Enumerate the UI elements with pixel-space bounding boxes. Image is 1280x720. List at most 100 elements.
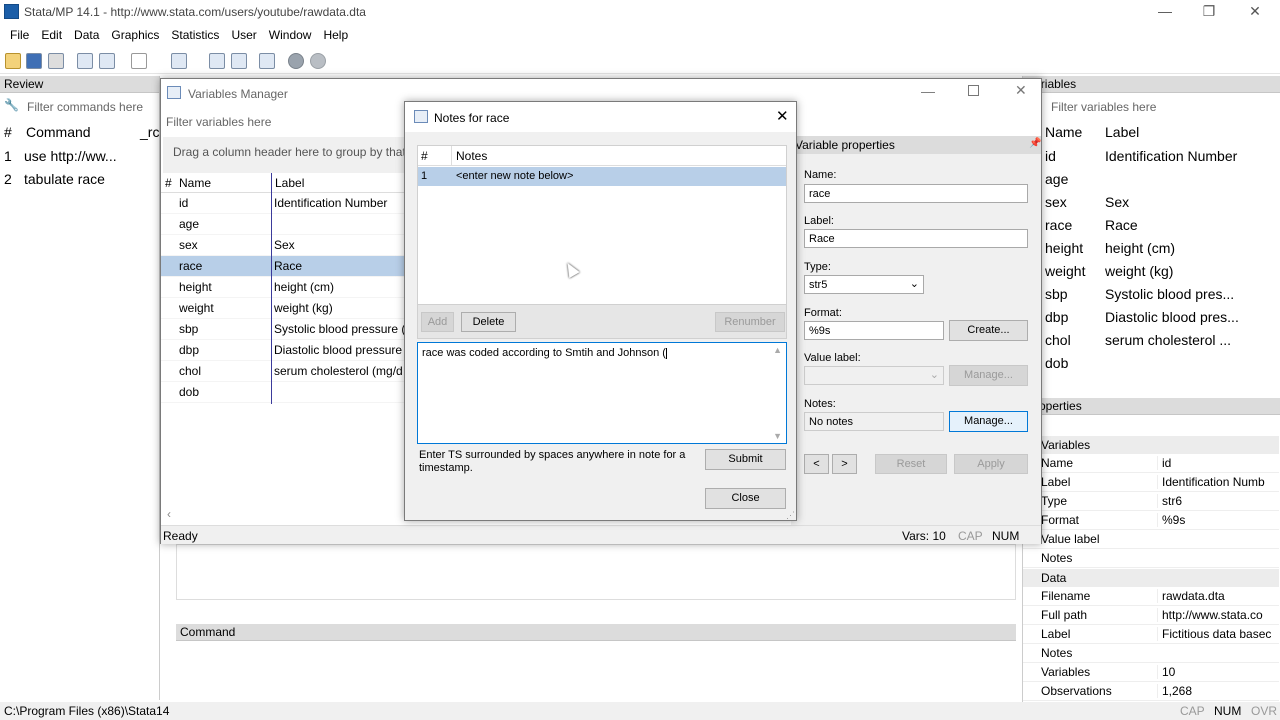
property-row[interactable]: Notes [1023,549,1279,568]
notes-editor[interactable]: race was coded according to Smtih and Jo… [417,342,787,444]
property-row[interactable]: Label Identification Numb [1023,473,1279,492]
scroll-up-icon[interactable]: ▲ [773,345,782,355]
pin-icon[interactable]: 📌 [1029,138,1041,149]
scroll-down-icon[interactable]: ▼ [773,431,782,441]
table-row[interactable]: chol serum cholesterol (mg/d [161,361,405,382]
more-icon[interactable] [288,53,304,69]
vm-hscroll-left-icon[interactable]: ‹ [167,507,171,521]
list-item[interactable]: age [1045,169,1277,192]
review-row-command[interactable]: use http://ww... [24,148,117,164]
vm-filter-input[interactable]: Filter variables here [166,115,341,129]
menu-graphics[interactable]: Graphics [105,24,165,42]
property-row[interactable]: Type str6 [1023,492,1279,511]
notes-close-button[interactable]: Close [705,488,786,509]
vm-close-button[interactable]: ✕ [1015,82,1027,99]
minimize-button[interactable]: — [1142,0,1188,24]
variables-col-name[interactable]: Name [1045,124,1082,140]
table-row[interactable]: dbp Diastolic blood pressure ( [161,340,405,361]
review-row-command[interactable]: tabulate race [24,171,105,187]
list-item[interactable]: weight weight (kg) [1045,261,1277,284]
menu-data[interactable]: Data [68,24,105,42]
variables-col-label[interactable]: Label [1105,124,1139,140]
menu-file[interactable]: File [4,24,35,42]
property-row[interactable]: Full path http://www.stata.co [1023,606,1279,625]
property-row[interactable]: Observations 1,268 [1023,682,1279,701]
review-filter-input[interactable]: Filter commands here [27,100,143,114]
vp-name-field[interactable]: race [804,184,1028,203]
variables-manager-icon[interactable] [259,53,275,69]
vp-next-button[interactable]: > [832,454,857,474]
vp-valuelabel-select[interactable]: ⌄ [804,366,944,385]
do-file-editor-icon[interactable] [171,53,187,69]
vm-maximize-button[interactable] [968,85,979,96]
command-input[interactable] [176,642,1016,702]
list-item[interactable]: chol serum cholesterol ... [1045,330,1277,353]
vp-notes-manage-button[interactable]: Manage... [949,411,1028,432]
review-col-rc[interactable]: _rc [140,124,159,140]
menu-help[interactable]: Help [317,24,354,42]
results-scroll-area[interactable] [176,544,1016,600]
vm-col-num[interactable]: # [165,176,172,190]
property-row[interactable]: Label Fictitious data basec [1023,625,1279,644]
list-item[interactable]: dob [1045,353,1277,376]
notes-add-button[interactable]: Add [421,312,454,332]
vp-create-button[interactable]: Create... [949,320,1028,341]
table-row[interactable]: height height (cm) [161,277,405,298]
wrench-icon[interactable]: 🔧 [4,98,19,112]
notes-close-icon[interactable]: ✕ [776,107,789,125]
properties-section-data[interactable]: Data [1023,569,1279,587]
log-icon[interactable] [77,53,93,69]
notes-renumber-button[interactable]: Renumber [715,312,785,332]
notes-row[interactable]: 1 <enter new note below> [418,167,786,186]
viewer-icon[interactable] [99,53,115,69]
list-item[interactable]: height height (cm) [1045,238,1277,261]
print-icon[interactable] [48,53,64,69]
vm-col-label[interactable]: Label [275,176,304,190]
vp-prev-button[interactable]: < [804,454,829,474]
menu-statistics[interactable]: Statistics [165,24,225,42]
list-item[interactable]: race Race [1045,215,1277,238]
notes-delete-button[interactable]: Delete [461,312,516,332]
open-icon[interactable] [5,53,21,69]
property-row[interactable]: Format %9s [1023,511,1279,530]
table-row[interactable]: dob [161,382,405,403]
list-item[interactable]: dbp Diastolic blood pres... [1045,307,1277,330]
properties-section-variables[interactable]: Variables [1023,436,1279,454]
review-col-command[interactable]: Command [26,124,91,140]
notes-col-num[interactable]: # [421,149,428,163]
vp-label-field[interactable]: Race [804,229,1028,248]
property-row[interactable]: Variables 10 [1023,663,1279,682]
vp-valuelabel-manage-button[interactable]: Manage... [949,365,1028,386]
vp-type-select[interactable]: str5 ⌄ [804,275,924,294]
property-row[interactable]: Notes [1023,644,1279,663]
list-item[interactable]: id Identification Number [1045,146,1277,169]
data-editor-browse-icon[interactable] [231,53,247,69]
property-row[interactable]: Value label [1023,530,1279,549]
vp-format-field[interactable]: %9s [804,321,944,340]
menu-edit[interactable]: Edit [35,24,68,42]
property-row[interactable]: Filename rawdata.dta [1023,587,1279,606]
table-row[interactable]: id Identification Number [161,193,405,214]
list-item[interactable]: sbp Systolic blood pres... [1045,284,1277,307]
break-icon[interactable] [310,53,326,69]
review-col-num[interactable]: # [4,124,12,140]
data-editor-edit-icon[interactable] [209,53,225,69]
property-row[interactable]: Name id [1023,454,1279,473]
table-row[interactable]: weight weight (kg) [161,298,405,319]
graph-icon[interactable] [131,53,147,69]
vm-minimize-button[interactable]: — [921,83,935,99]
table-row[interactable]: sbp Systolic blood pressure (r [161,319,405,340]
menu-user[interactable]: User [225,24,262,42]
table-row[interactable]: race Race [161,256,405,277]
resize-grip-icon[interactable]: ⋰ [786,510,795,521]
notes-submit-button[interactable]: Submit [705,449,786,470]
vp-reset-button[interactable]: Reset [875,454,947,474]
table-row[interactable]: sex Sex [161,235,405,256]
vp-apply-button[interactable]: Apply [954,454,1028,474]
save-icon[interactable] [26,53,42,69]
notes-col-notes[interactable]: Notes [456,149,487,163]
close-button[interactable]: ✕ [1232,0,1278,24]
list-item[interactable]: sex Sex [1045,192,1277,215]
menu-window[interactable]: Window [263,24,318,42]
variables-filter-input[interactable]: Filter variables here [1051,100,1156,114]
